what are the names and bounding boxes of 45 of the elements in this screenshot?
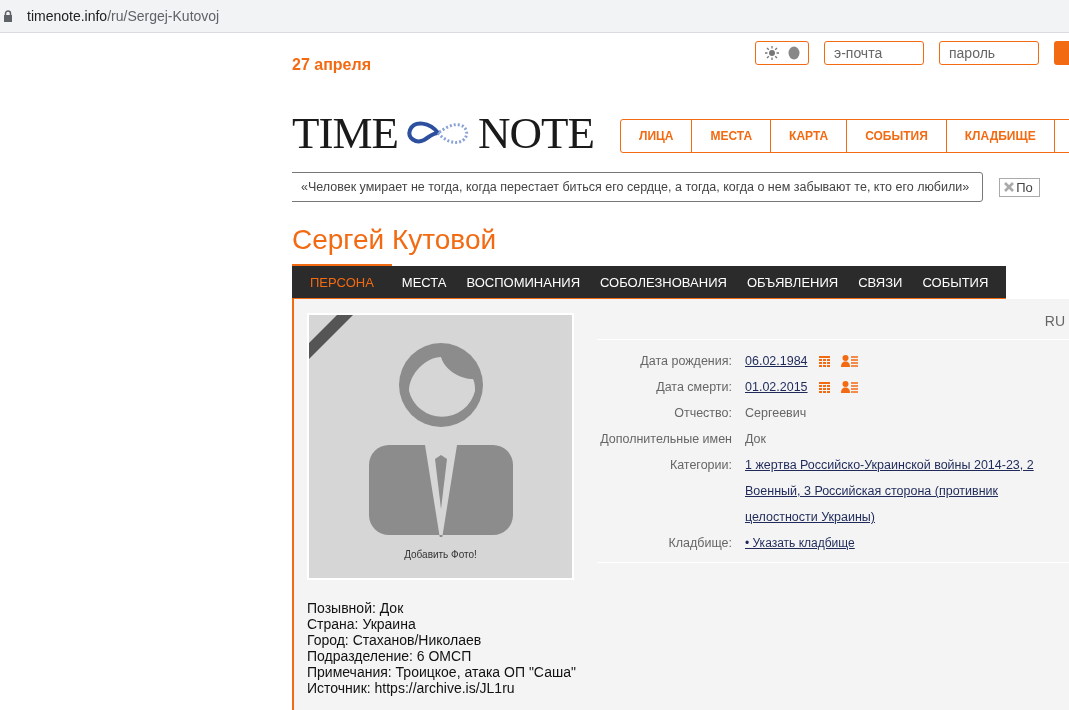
tab[interactable]: СВЯЗИ [848,266,913,298]
field-label: Отчество: [673,405,732,422]
field-label: Дополнительные имен [599,431,732,448]
url-text[interactable]: timenote.info/ru/Sergej-Kutovoj [27,8,220,24]
tab[interactable]: ВОСПОМИНАНИЯ [456,266,590,298]
tab[interactable]: МЕСТА [391,266,457,298]
quote-close-button[interactable]: По [999,177,1040,197]
field-label: Дата смерти: [655,379,732,396]
knob-icon [787,46,800,60]
calendar-icon[interactable] [818,381,830,393]
date-text: 27 апреля [292,56,371,75]
date-link[interactable]: 06.02.1984 [745,348,808,374]
note-line: Город: Стаханов/Николаев [307,632,483,648]
person-list-icon[interactable] [840,381,858,393]
lock-icon [3,10,13,22]
note-line: Примечания: Троицкое, атака ОП "Саша" [307,664,577,680]
note-line: Подразделение: 6 ОМСП [307,648,473,664]
logo-text: TIME [292,114,398,152]
field-value: Док [745,431,767,448]
password-field[interactable]: пароль [939,41,1039,65]
sun-icon [764,46,779,60]
theme-toggle[interactable] [755,41,809,65]
add-photo-link[interactable]: Добавить Фото! [404,549,477,560]
quote-text: «Человек умирает не тогда, когда перестает биться его сердце, а тогда, когда о нем забывают те, кто его любили» [292,172,984,202]
note-line: Позывной: Док [307,600,405,616]
calendar-icon[interactable] [818,355,830,367]
category-links[interactable]: 1 жертва Российско-Украинской войны 2014-23, 2 Военный, 3 Российская сторона (противник целостности Украины) [745,452,1050,530]
tab[interactable]: ОБЪЯВЛЕНИЯ [736,266,849,298]
close-icon [1004,182,1015,192]
logo-text: NOTE [478,114,594,152]
language-selector[interactable]: RU [597,313,1069,329]
note-line: Источник: https://archive.is/JL1ru [307,680,516,696]
email-field[interactable]: э-почта [824,41,924,65]
date-link[interactable]: 01.02.2015 [745,374,808,400]
field-label: Дата рождения: [639,353,732,370]
field-label: Кладбище: [667,535,732,552]
field-label: Категории: [668,457,732,474]
person-name: Сергей Кутовой [292,224,498,256]
cemetery-link[interactable]: • Указать кладбище [745,530,855,556]
field-value: Сергеевич [745,405,807,422]
tab[interactable]: СОБОЛЕЗНОВАНИЯ [590,266,737,298]
tab[interactable]: СОБЫТИЯ [912,266,999,298]
person-list-icon[interactable] [840,355,858,367]
site-logo[interactable]: TIME NOTE [292,114,594,152]
note-line: Страна: Украина [307,616,417,632]
